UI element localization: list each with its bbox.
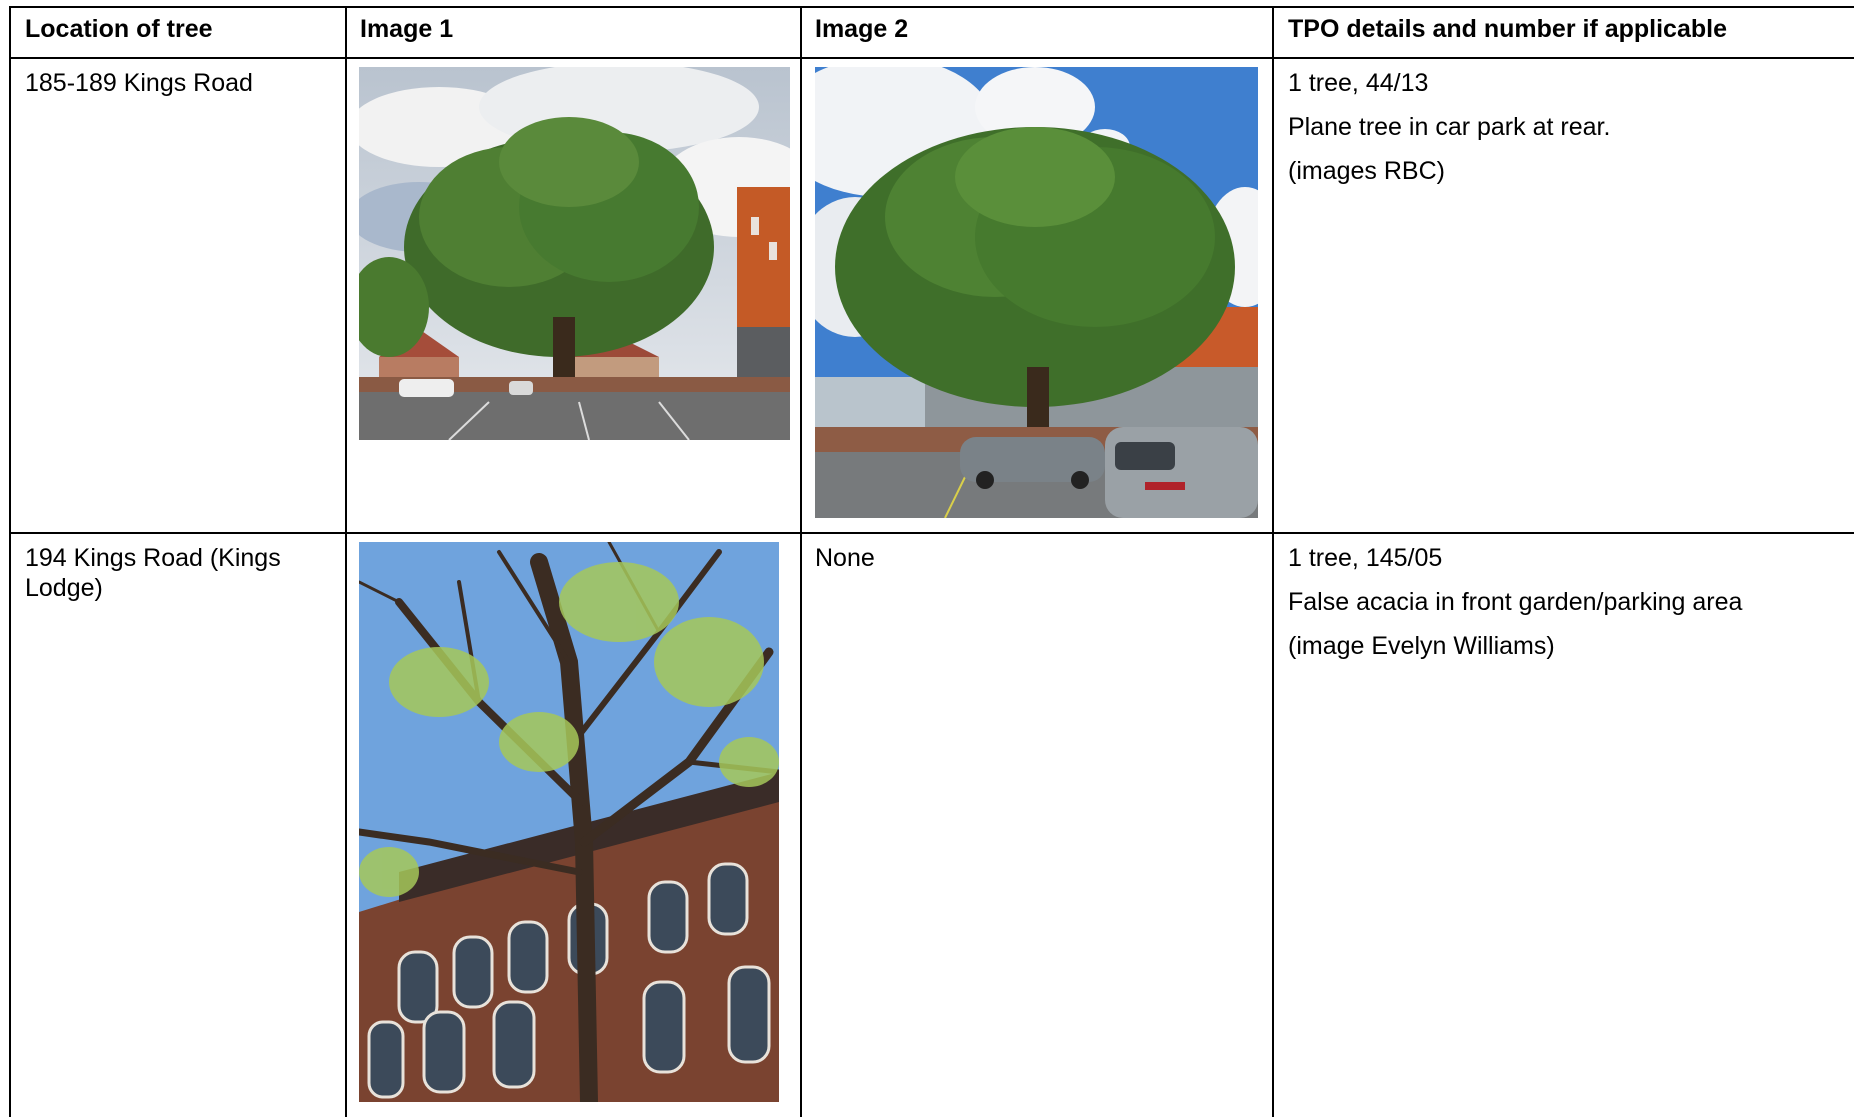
row1-tpo-details: 1 tree, 44/13 Plane tree in car park at … <box>1288 68 1828 200</box>
row1-tpo-credit: (images RBC) <box>1288 157 1445 185</box>
plane-tree-photo-1 <box>359 67 790 440</box>
row1-bottom-border <box>9 532 1854 534</box>
col2-divider <box>800 6 802 1117</box>
header-image2: Image 2 <box>815 15 909 43</box>
header-bottom-border <box>9 57 1854 59</box>
row2-tpo-details: 1 tree, 145/05 False acacia in front gar… <box>1288 543 1828 675</box>
tree-table: Location of tree Image 1 Image 2 TPO det… <box>0 0 1854 1117</box>
row1-tpo-number: 1 tree, 44/13 <box>1288 69 1429 97</box>
row2-tpo-credit: (image Evelyn Williams) <box>1288 632 1555 660</box>
row2-tpo-number: 1 tree, 145/05 <box>1288 544 1443 572</box>
row1-image2-photo <box>815 67 1258 518</box>
col3-divider <box>1272 6 1274 1117</box>
row2-tpo-description: False acacia in front garden/parking are… <box>1288 588 1743 616</box>
row2-location: 194 Kings Road (Kings Lodge) <box>25 544 281 602</box>
row2-image1-photo <box>359 542 779 1102</box>
header-image1: Image 1 <box>360 15 454 43</box>
row1-tpo-description: Plane tree in car park at rear. <box>1288 113 1611 141</box>
row1-image1-photo <box>359 67 790 440</box>
plane-tree-photo-2 <box>815 67 1258 518</box>
row1-location: 185-189 Kings Road <box>25 69 253 97</box>
table-left-border <box>9 6 11 1117</box>
row2-image2-none: None <box>815 544 875 572</box>
false-acacia-photo <box>359 542 779 1102</box>
col1-divider <box>345 6 347 1117</box>
table-top-border <box>9 6 1854 8</box>
header-tpo: TPO details and number if applicable <box>1288 15 1727 43</box>
header-location: Location of tree <box>25 15 213 43</box>
